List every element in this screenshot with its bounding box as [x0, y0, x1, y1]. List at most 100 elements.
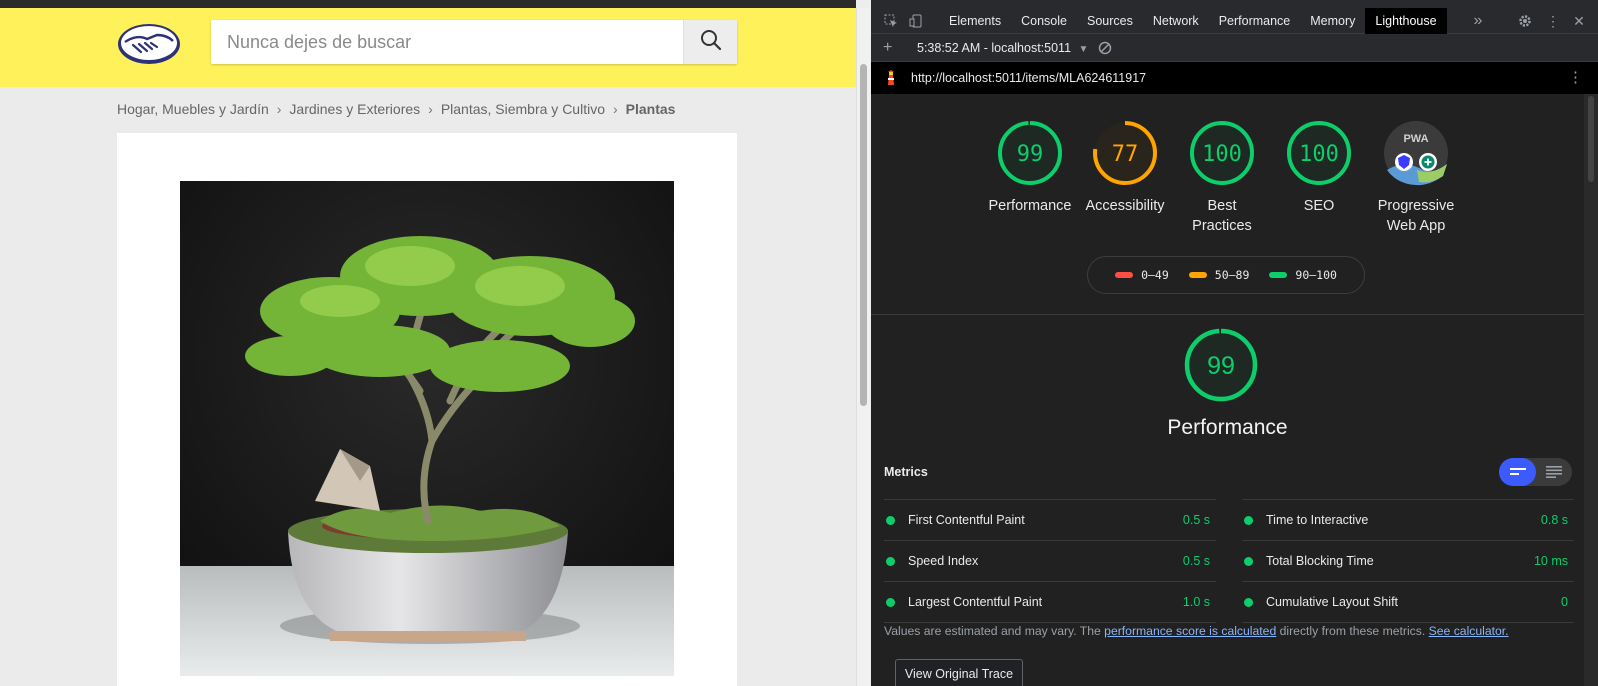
report-scrollbar-thumb[interactable]	[1588, 96, 1594, 182]
metric-cumulative-layout-shift[interactable]: Cumulative Layout Shift 0	[1242, 581, 1574, 622]
search-input[interactable]	[211, 20, 683, 64]
legend-range-pass: 90–100	[1295, 268, 1337, 282]
metric-value: 0.5 s	[1182, 513, 1210, 527]
legend-item-pass: 90–100	[1269, 268, 1337, 282]
devtools-tabbar: Elements Console Sources Network Perform…	[871, 8, 1598, 34]
score-legend: 0–49 50–89 90–100	[1087, 256, 1365, 294]
tab-console[interactable]: Console	[1011, 8, 1077, 34]
tab-lighthouse[interactable]: Lighthouse	[1365, 8, 1447, 34]
pwa-badge-text: PWA	[1403, 133, 1428, 145]
metric-name: Speed Index	[908, 554, 979, 568]
page-scrollbar-thumb[interactable]	[860, 64, 867, 406]
breadcrumb-item-plantas-siembra[interactable]: Plantas, Siembra y Cultivo	[441, 101, 605, 117]
metric-largest-contentful-paint[interactable]: Largest Contentful Paint 1.0 s	[884, 581, 1216, 622]
page-scrollbar[interactable]	[856, 8, 870, 686]
inspect-element-icon[interactable]	[882, 12, 900, 30]
metric-name: First Contentful Paint	[908, 513, 1025, 527]
browser-top-strip	[0, 0, 856, 8]
metric-value: 0	[1561, 595, 1568, 609]
see-calculator-link[interactable]: See calculator.	[1429, 624, 1509, 638]
report-scrollbar[interactable]	[1584, 94, 1598, 686]
plus-icon[interactable]: +	[883, 39, 892, 57]
performance-gauge-large[interactable]: 99	[1184, 328, 1258, 402]
metric-name: Time to Interactive	[1266, 513, 1369, 527]
devtools-top-edge	[871, 0, 1598, 8]
metric-value: 1.0 s	[1182, 595, 1210, 609]
section-divider	[871, 314, 1584, 315]
gauge-pwa[interactable]: PWA Progressive Web App	[1361, 120, 1471, 236]
lighthouse-report: 99 Performance 77 Accessibility 100 Best…	[871, 94, 1598, 686]
chevron-right-icon: ›	[276, 101, 282, 117]
gauge-pwa-label: Progressive Web App	[1377, 198, 1455, 234]
note-middle: directly from these metrics.	[1276, 624, 1429, 638]
compact-view-icon[interactable]	[1499, 458, 1536, 486]
gauge-performance[interactable]: 99 Performance	[975, 120, 1085, 216]
dropdown-arrow-icon: ▼	[1078, 44, 1089, 55]
tab-memory[interactable]: Memory	[1300, 8, 1365, 34]
tab-elements[interactable]: Elements	[939, 8, 1011, 34]
tab-performance[interactable]: Performance	[1209, 8, 1301, 34]
metrics-note: Values are estimated and may vary. The p…	[884, 624, 1509, 638]
gauge-accessibility[interactable]: 77 Accessibility	[1070, 120, 1180, 216]
gauge-best-practices-label: Best Practices	[1192, 198, 1252, 234]
breadcrumb-item-hogar[interactable]: Hogar, Muebles y Jardín	[117, 101, 269, 117]
gauge-performance-ring: 99	[998, 121, 1062, 185]
devtools-panel: Elements Console Sources Network Perform…	[871, 0, 1598, 686]
tab-network[interactable]: Network	[1143, 8, 1209, 34]
gauge-accessibility-label: Accessibility	[1085, 198, 1165, 214]
legend-range-fail: 0–49	[1141, 268, 1169, 282]
product-image[interactable]	[180, 181, 674, 676]
metric-first-contentful-paint[interactable]: First Contentful Paint 0.5 s	[884, 499, 1216, 540]
gauge-best-practices-score: 100	[1202, 142, 1242, 167]
search-button[interactable]	[683, 20, 737, 64]
report-url[interactable]: http://localhost:5011/items/MLA624611917	[911, 71, 1146, 85]
gauge-seo-label: SEO	[1303, 198, 1335, 214]
legend-item-average: 50–89	[1188, 268, 1250, 282]
gauge-best-practices[interactable]: 100 Best Practices	[1167, 120, 1277, 236]
expanded-view-icon[interactable]	[1536, 458, 1572, 486]
metrics-view-toggle[interactable]	[1499, 458, 1572, 486]
device-toolbar-icon[interactable]	[907, 12, 925, 30]
metrics-bottom-rule	[1242, 622, 1574, 623]
legend-swatch-orange	[1188, 272, 1207, 278]
metric-value: 0.5 s	[1182, 554, 1210, 568]
report-menu-icon[interactable]: ⋮	[1568, 68, 1583, 86]
lighthouse-toolbar: + 5:38:52 AM - localhost:5011 ▼	[871, 34, 1598, 62]
legend-range-average: 50–89	[1214, 268, 1250, 282]
breadcrumb-item-jardines[interactable]: Jardines y Exteriores	[289, 101, 420, 117]
breadcrumb: Hogar, Muebles y Jardín › Jardines y Ext…	[117, 101, 675, 117]
metric-time-to-interactive[interactable]: Time to Interactive 0.8 s	[1242, 499, 1574, 540]
kebab-menu-icon[interactable]: ⋮	[1544, 12, 1562, 30]
performance-gauge-large-ring: 99	[1184, 328, 1258, 402]
performance-title: Performance	[1167, 416, 1288, 439]
pass-dot-icon	[1244, 557, 1253, 566]
gauge-accessibility-score: 77	[1112, 142, 1139, 167]
chevron-right-icon: ›	[428, 101, 433, 117]
legend-swatch-red	[1115, 272, 1134, 278]
pass-dot-icon	[886, 598, 895, 607]
view-original-trace-button[interactable]: View Original Trace	[895, 659, 1023, 686]
performance-score-large: 99	[1207, 352, 1235, 380]
report-selector-label: 5:38:52 AM - localhost:5011	[917, 41, 1072, 55]
pass-dot-icon	[886, 516, 895, 525]
gear-icon[interactable]	[1516, 12, 1534, 30]
search-icon	[700, 29, 722, 56]
tab-sources[interactable]: Sources	[1077, 8, 1143, 34]
metrics-heading: Metrics	[884, 465, 928, 479]
clear-icon[interactable]	[1098, 41, 1112, 58]
mercadolibre-logo[interactable]	[117, 22, 181, 66]
gauge-seo[interactable]: 100 SEO	[1264, 120, 1374, 216]
breadcrumb-item-plantas[interactable]: Plantas	[626, 101, 676, 117]
legend-swatch-green	[1269, 272, 1288, 278]
gauge-performance-score: 99	[1017, 142, 1044, 167]
metric-total-blocking-time[interactable]: Total Blocking Time 10 ms	[1242, 540, 1574, 581]
lighthouse-icon	[884, 70, 898, 89]
report-selector[interactable]: 5:38:52 AM - localhost:5011 ▼	[917, 41, 1088, 55]
close-icon[interactable]: ✕	[1570, 12, 1588, 30]
note-prefix: Values are estimated and may vary. The	[884, 624, 1105, 638]
score-calculated-link[interactable]: performance score is calculated	[1104, 624, 1276, 638]
metric-speed-index[interactable]: Speed Index 0.5 s	[884, 540, 1216, 581]
metric-name: Largest Contentful Paint	[908, 595, 1043, 609]
gauge-performance-label: Performance	[988, 198, 1072, 214]
more-tabs-icon[interactable]: »	[1469, 12, 1487, 30]
